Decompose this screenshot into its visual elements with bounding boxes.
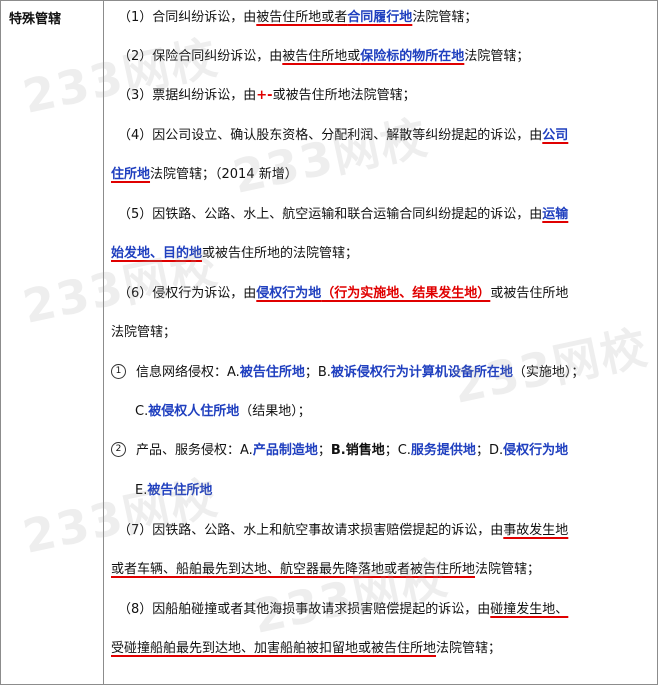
text-segment: 或者车辆、船舶最先到达地、航空器最先降落地或者被告住所地 xyxy=(111,562,476,577)
highlighted-term: 合同履行地 xyxy=(347,10,413,25)
text-segment: 法院管辖； xyxy=(111,325,177,340)
highlighted-term: 产品制造地 xyxy=(252,443,318,458)
highlighted-term: 被侵权人住所地 xyxy=(148,404,240,419)
text-segment: 受碰撞船舶最先到达地、加害船舶被扣留地或被告住所地 xyxy=(111,641,437,656)
text-segment: 或被告住所地法院管辖； xyxy=(272,88,416,103)
highlighted-term: 被诉侵权行为计算机设备所在地 xyxy=(330,365,513,380)
text-line: （2）保险合同纠纷诉讼，由被告住所地或保险标的物所在地法院管辖； xyxy=(118,48,529,66)
text-segment: （实施地）； xyxy=(512,365,585,380)
highlighted-term: 运输 xyxy=(542,207,569,222)
red-term: +- xyxy=(256,88,273,103)
content-cell: （1）合同纠纷诉讼，由被告住所地或者合同履行地法院管辖； （2）保险合同纠纷诉讼… xyxy=(104,1,657,684)
text-line: （8）因船舶碰撞或者其他海损事故请求损害赔偿提起的诉讼，由碰撞发生地、 xyxy=(118,601,568,619)
text-line: 2 产品、服务侵权：A.产品制造地；B.销售地；C.服务提供地；D.侵权行为地 xyxy=(111,442,568,460)
text-line: 法院管辖； xyxy=(111,324,176,342)
text-line: （6）侵权行为诉讼，由侵权行为地（行为实施地、结果发生地）或被告住所地 xyxy=(118,285,568,303)
text-segment: （7）因铁路、公路、水上和航空事故请求损害赔偿提起的诉讼，由 xyxy=(118,523,504,538)
text-segment: 被告住所地或 xyxy=(282,49,361,64)
text-segment: （3）票据纠纷诉讼，由 xyxy=(118,88,257,103)
text-line: 或者车辆、船舶最先到达地、航空器最先降落地或者被告住所地法院管辖； xyxy=(111,561,540,579)
header-label: 特殊管辖 xyxy=(9,12,62,27)
highlighted-term: 公司 xyxy=(542,128,569,143)
text-segment: 法院管辖； xyxy=(464,49,530,64)
jurisdiction-table: 特殊管辖 （1）合同纠纷诉讼，由被告住所地或者合同履行地法院管辖； （2）保险合… xyxy=(0,0,658,685)
highlighted-term: 服务提供地 xyxy=(410,443,476,458)
text-line: 1 信息网络侵权：A.被告住所地；B.被诉侵权行为计算机设备所在地（实施地）； xyxy=(111,364,584,382)
text-segment: （6）侵权行为诉讼，由 xyxy=(118,286,257,301)
text-segment: 产品、服务侵权：A. xyxy=(136,443,253,458)
text-line: （4）因公司设立、确认股东资格、分配利润、解散等纠纷提起的诉讼，由公司 xyxy=(118,127,568,145)
highlighted-term: 侵权行为地 xyxy=(503,443,569,458)
text-segment: 或被告住所地的法院管辖； xyxy=(202,246,359,261)
circled-number-marker: 1 xyxy=(111,364,126,379)
highlighted-term: 保险标的物所在地 xyxy=(360,49,465,64)
text-segment: ；D. xyxy=(475,443,504,458)
text-line: 始发地、目的地或被告住所地的法院管辖； xyxy=(111,245,358,263)
text-segment: 或被告住所地 xyxy=(490,286,569,301)
highlighted-term: 侵权行为地 xyxy=(256,286,322,301)
text-line: （1）合同纠纷诉讼，由被告住所地或者合同履行地法院管辖； xyxy=(118,9,477,27)
highlighted-term: 始发地、目的地 xyxy=(111,246,203,261)
text-segment: ； xyxy=(317,443,331,458)
highlighted-term: 被告住所地 xyxy=(147,483,213,498)
text-line: （7）因铁路、公路、水上和航空事故请求损害赔偿提起的诉讼，由事故发生地 xyxy=(118,522,568,540)
text-segment: （8）因船舶碰撞或者其他海损事故请求损害赔偿提起的诉讼，由 xyxy=(118,602,491,617)
text-segment: （2）保险合同纠纷诉讼，由 xyxy=(118,49,283,64)
header-cell: 特殊管辖 xyxy=(1,1,104,684)
circled-number-marker: 2 xyxy=(111,442,126,457)
text-segment: 被告住所地或者 xyxy=(256,10,348,25)
text-segment: ；C. xyxy=(384,443,411,458)
text-segment: E. xyxy=(135,483,148,498)
text-segment: 碰撞发生地、 xyxy=(490,602,569,617)
text-line: E.被告住所地 xyxy=(135,482,212,500)
text-line: C.被侵权人住所地（结果地）； xyxy=(135,403,311,421)
text-segment: 法院管辖； xyxy=(475,562,541,577)
text-segment: （1）合同纠纷诉讼，由 xyxy=(118,10,257,25)
text-line: 受碰撞船舶最先到达地、加害船舶被扣留地或被告住所地法院管辖； xyxy=(111,640,501,658)
text-segment: 法院管辖； xyxy=(412,10,478,25)
text-line: 住所地法院管辖；（2014 新增） xyxy=(111,166,298,184)
red-term: （行为实施地、结果发生地） xyxy=(321,286,491,301)
text-segment: 信息网络侵权：A. xyxy=(136,365,240,380)
text-segment: （5）因铁路、公路、水上、航空运输和联合运输合同纠纷提起的诉讼，由 xyxy=(118,207,543,222)
text-segment: （结果地）； xyxy=(239,404,311,419)
highlighted-term: 住所地 xyxy=(111,167,151,182)
text-segment: 法院管辖； xyxy=(436,641,502,656)
text-segment: C. xyxy=(135,404,149,419)
highlighted-term: 被告住所地 xyxy=(239,365,305,380)
text-line: （3）票据纠纷诉讼，由+-或被告住所地法院管辖； xyxy=(118,87,416,105)
text-segment: ；B. xyxy=(304,365,331,380)
text-line: （5）因铁路、公路、水上、航空运输和联合运输合同纠纷提起的诉讼，由运输 xyxy=(118,206,568,224)
text-segment: 法院管辖；（2014 新增） xyxy=(150,167,298,182)
text-segment: B.销售地 xyxy=(330,443,385,458)
text-segment: （4）因公司设立、确认股东资格、分配利润、解散等纠纷提起的诉讼，由 xyxy=(118,128,543,143)
text-segment: 事故发生地 xyxy=(503,523,569,538)
